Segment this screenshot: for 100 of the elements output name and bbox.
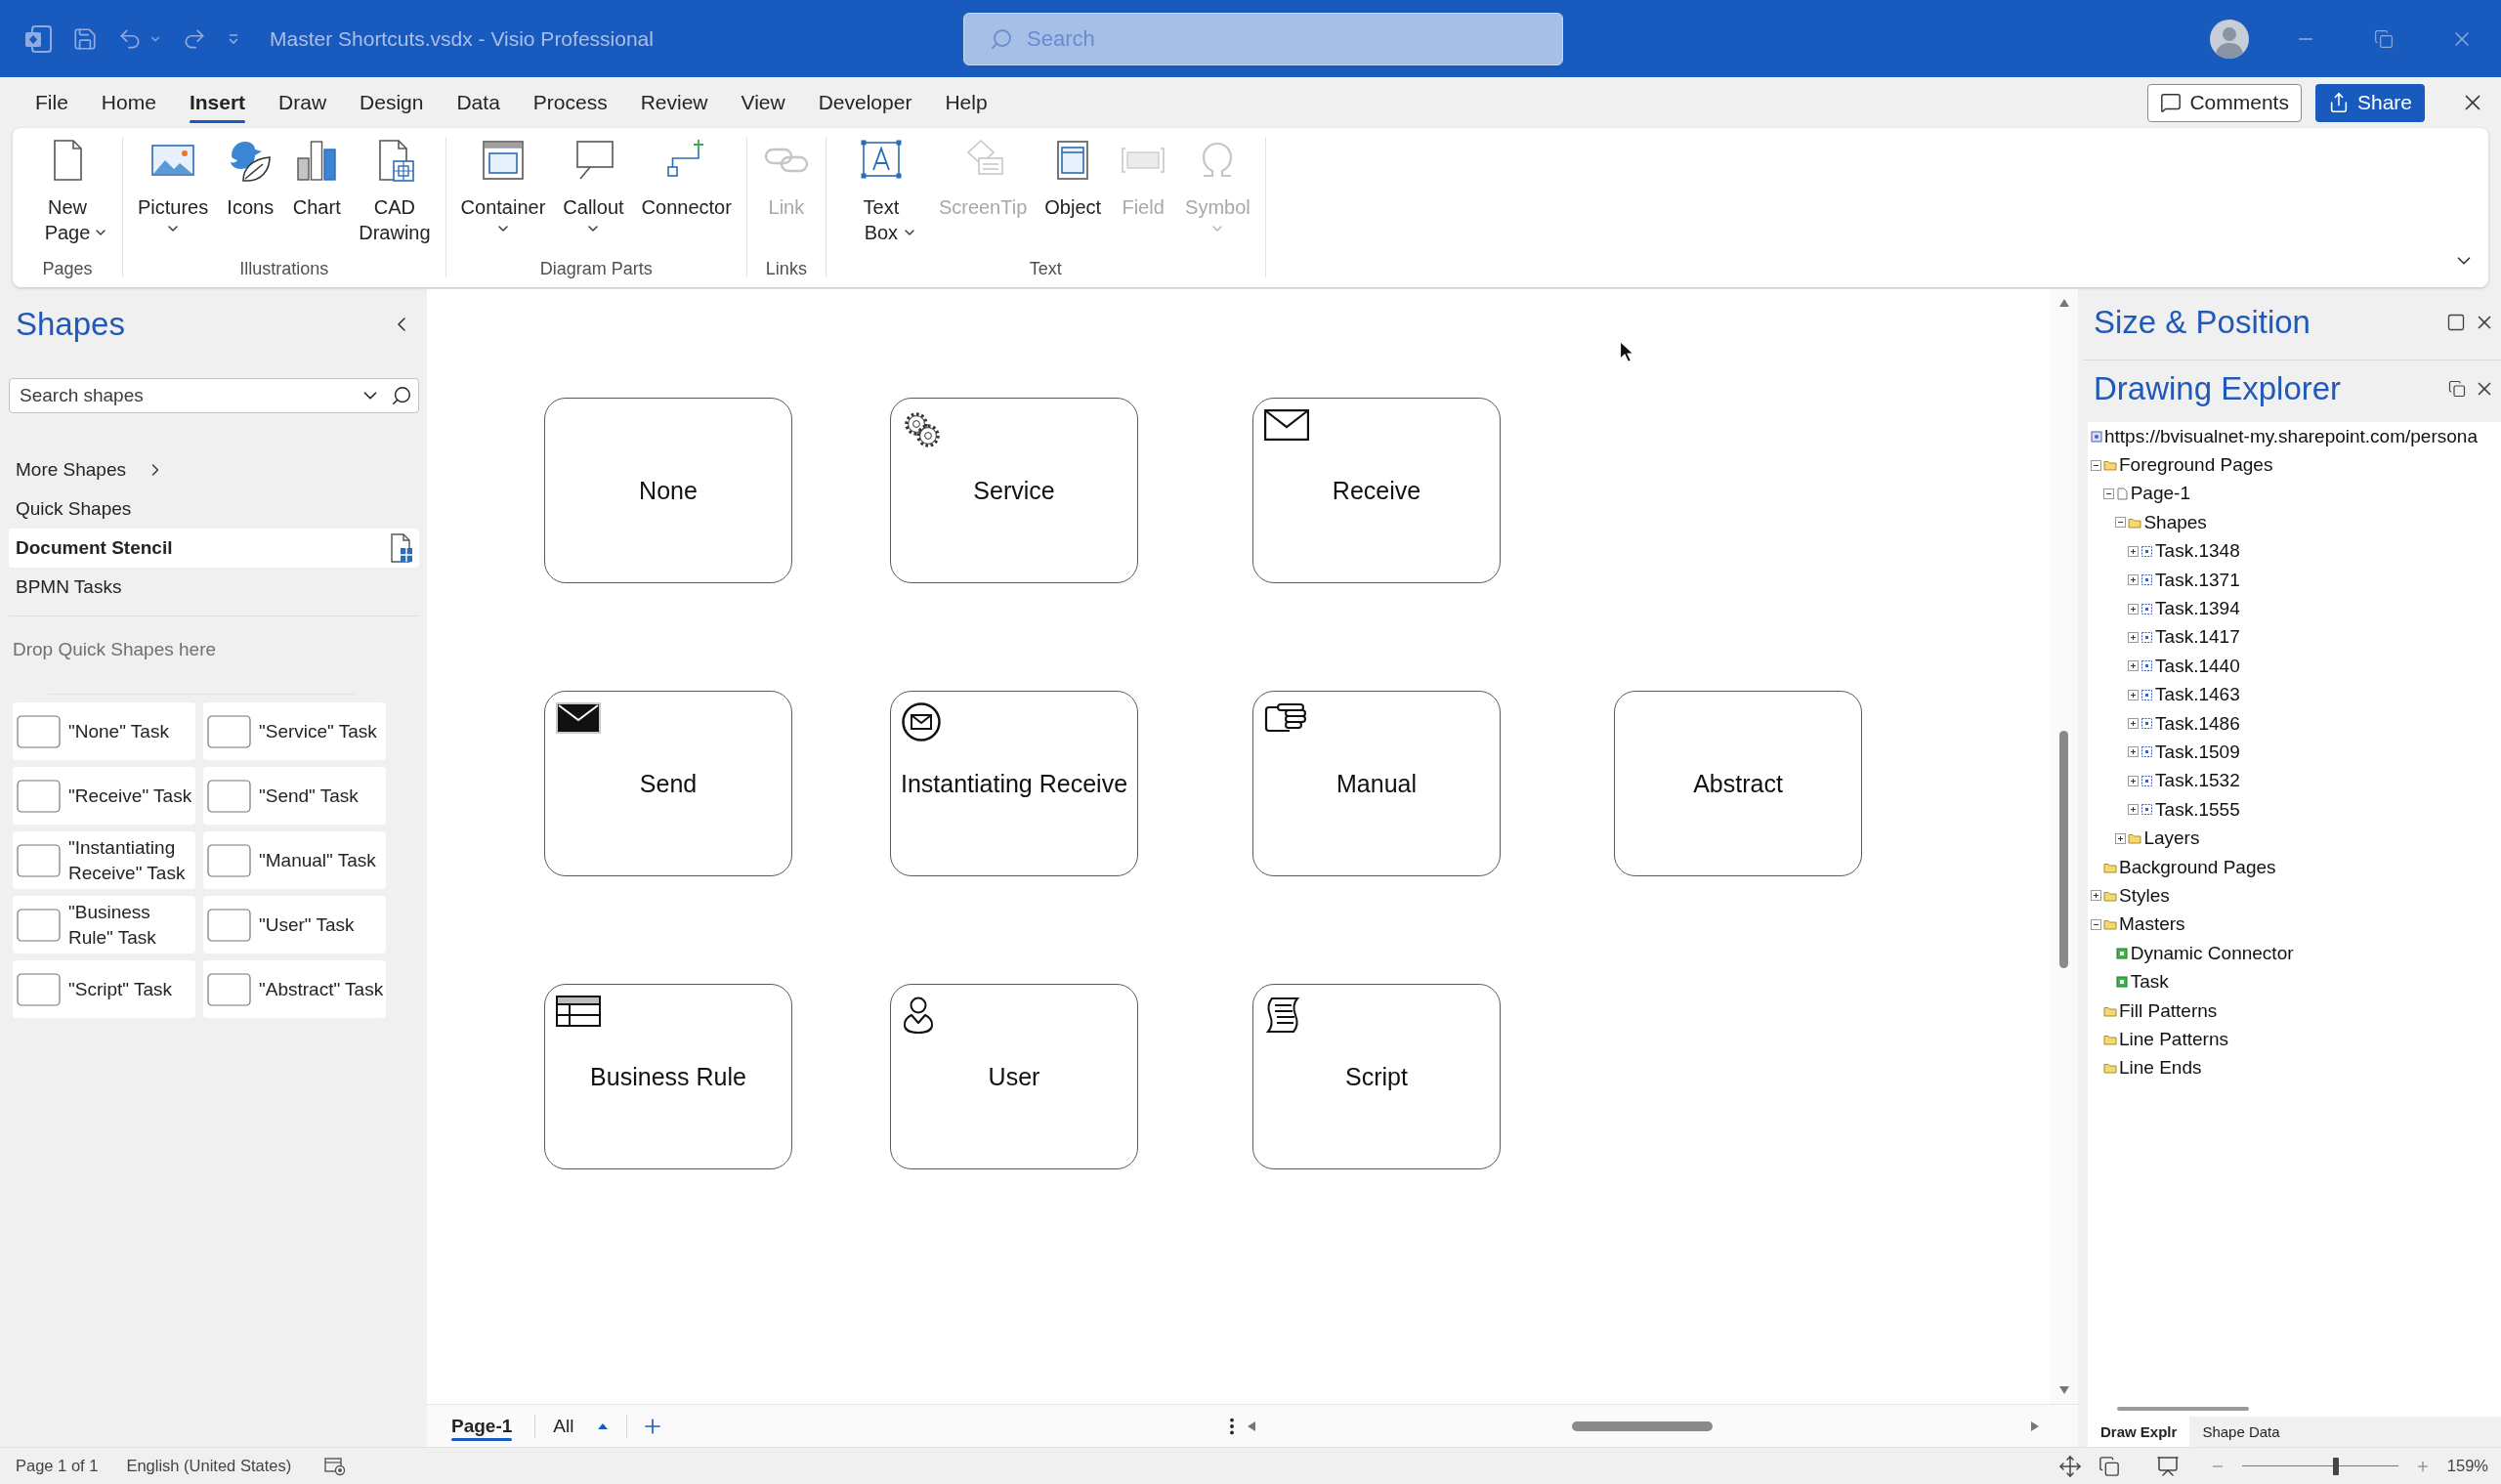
scroll-left-arrow-icon[interactable] — [1247, 1420, 1256, 1432]
ribbon-tab[interactable]: View — [724, 77, 802, 128]
scrollbar-thumb[interactable] — [1572, 1420, 1713, 1431]
restore-icon[interactable] — [2448, 380, 2466, 398]
tree-item[interactable]: Task.1371 — [2091, 565, 2501, 595]
tree-item[interactable]: Styles — [2091, 881, 2501, 911]
scrollbar-thumb[interactable] — [2059, 731, 2068, 968]
avatar-icon[interactable] — [2210, 19, 2249, 59]
stencil-shape[interactable]: "Abstract" Task — [203, 960, 386, 1018]
tree-item[interactable]: Layers — [2091, 824, 2501, 853]
ribbon-button[interactable]: New Page — [24, 137, 110, 245]
stencil-item[interactable]: Document Stencil — [9, 529, 419, 568]
tree-item[interactable]: Task.1440 — [2091, 652, 2501, 681]
tree-item[interactable]: Task.1532 — [2091, 766, 2501, 796]
search-input[interactable]: Search — [1027, 25, 1562, 52]
tree-item[interactable]: Task.1509 — [2091, 738, 2501, 767]
scroll-right-arrow-icon[interactable] — [2030, 1420, 2040, 1432]
ribbon-tab[interactable]: Help — [928, 77, 1004, 128]
plus-box-icon[interactable] — [2128, 545, 2140, 557]
zoom-slider[interactable] — [2241, 1457, 2398, 1475]
plus-box-icon[interactable] — [2115, 832, 2127, 844]
stencil-item[interactable]: Quick Shapes — [9, 489, 419, 529]
ribbon-tab[interactable]: Developer — [801, 77, 929, 128]
minus-box-icon[interactable] — [2091, 459, 2101, 471]
panel-tab[interactable]: Draw Explr — [2088, 1417, 2190, 1447]
ribbon-button[interactable]: Pictures — [135, 137, 212, 236]
comments-button[interactable]: Comments — [2147, 83, 2302, 122]
plus-box-icon[interactable] — [2128, 631, 2140, 643]
plus-box-icon[interactable] — [2128, 775, 2140, 786]
plus-box-icon[interactable] — [2128, 603, 2140, 615]
ribbon-button[interactable]: CAD Drawing — [356, 137, 434, 245]
share-button[interactable]: Share — [2314, 83, 2425, 122]
scroll-up-arrow-icon[interactable] — [2057, 298, 2070, 308]
tree-item[interactable]: Task.1463 — [2091, 680, 2501, 709]
stencil-shape[interactable]: "User" Task — [203, 896, 386, 954]
toolbar-caret-icon[interactable] — [227, 31, 240, 46]
stacked-windows-icon[interactable] — [2098, 1455, 2120, 1477]
ribbon-tab[interactable]: Design — [343, 77, 441, 128]
search-input[interactable]: Search shapes — [20, 385, 350, 406]
tree-item[interactable]: Task.1348 — [2091, 536, 2501, 566]
scrollbar-thumb[interactable] — [2117, 1407, 2249, 1411]
ribbon-button[interactable]: Object — [1041, 137, 1105, 220]
ribbon-button[interactable]: Container — [457, 137, 549, 236]
tree-item[interactable]: Task.1394 — [2091, 594, 2501, 623]
stencil-item[interactable]: BPMN Tasks — [9, 568, 419, 607]
ribbon-tab[interactable]: Draw — [262, 77, 344, 128]
ribbon-button[interactable]: Icons — [223, 137, 278, 220]
stencil-shape[interactable]: "Send" Task — [203, 767, 386, 825]
record-icon[interactable] — [324, 1456, 347, 1476]
tree-item[interactable]: Task.1486 — [2091, 708, 2501, 739]
tree-item[interactable]: Masters — [2091, 910, 2501, 940]
plus-box-icon[interactable] — [2128, 689, 2140, 700]
tree-item[interactable]: Task.1417 — [2091, 622, 2501, 653]
ribbon-button[interactable]: Chart — [289, 137, 345, 220]
stencil-shape[interactable]: "Receive" Task — [13, 767, 195, 825]
save-icon[interactable] — [72, 25, 98, 52]
ribbon-button[interactable]: Text Box — [837, 137, 924, 245]
tree-item[interactable]: Shapes — [2091, 508, 2501, 537]
ribbon-tab[interactable]: File — [19, 77, 85, 128]
page-tab[interactable]: Page-1 — [443, 1405, 522, 1447]
ribbon-tab[interactable]: Insert — [172, 77, 263, 128]
stencil-shape[interactable]: "Instantiating Receive" Task — [13, 831, 195, 889]
ribbon-tab[interactable]: Review — [623, 77, 725, 128]
plus-box-icon[interactable] — [2128, 718, 2140, 730]
search-field[interactable]: Search shapes — [9, 378, 419, 413]
zoom-slider-thumb[interactable] — [2332, 1457, 2339, 1475]
stencil-shape[interactable]: "Business Rule" Task — [13, 896, 195, 954]
page-filter-button[interactable]: All — [549, 1415, 614, 1437]
presentation-icon[interactable] — [2155, 1454, 2180, 1478]
maximize-icon[interactable] — [2446, 313, 2466, 332]
search-icon[interactable] — [391, 385, 412, 406]
plus-box-icon[interactable] — [2128, 746, 2140, 758]
ribbon-button[interactable]: Connector — [638, 137, 735, 220]
ribbon-tab[interactable]: Process — [516, 77, 624, 128]
tree-item[interactable]: Background Pages — [2091, 852, 2501, 882]
move-arrows-icon[interactable] — [2057, 1454, 2082, 1478]
search-field[interactable]: Search — [963, 12, 1563, 65]
stencil-shape[interactable]: "Manual" Task — [203, 831, 386, 889]
ribbon-tab[interactable]: Home — [84, 77, 173, 128]
app-logo-icon[interactable] — [23, 23, 53, 54]
tree-item[interactable]: Fill Patterns — [2091, 996, 2501, 1026]
ribbon-button[interactable]: Callout — [560, 137, 627, 236]
panel-tab[interactable]: Shape Data — [2189, 1417, 2293, 1447]
stencil-shape[interactable]: "Service" Task — [203, 702, 386, 760]
plus-box-icon[interactable] — [2091, 890, 2101, 902]
tree-item[interactable]: Line Patterns — [2091, 1025, 2501, 1054]
scroll-down-arrow-icon[interactable] — [2057, 1385, 2070, 1395]
minus-box-icon[interactable] — [2102, 488, 2114, 499]
tree-item[interactable]: https://bvisualnet-my.sharepoint.com/persona — [2091, 422, 2501, 451]
minus-box-icon[interactable] — [2115, 517, 2127, 529]
tree-item[interactable]: Line Ends — [2091, 1053, 2501, 1082]
minus-box-icon[interactable] — [2091, 918, 2101, 930]
ribbon-tab[interactable]: Data — [440, 77, 517, 128]
tree-item[interactable]: Dynamic Connector — [2091, 939, 2501, 968]
plus-box-icon[interactable] — [2128, 574, 2140, 586]
tree-item[interactable]: Page-1 — [2091, 479, 2501, 509]
tree-item[interactable]: Task.1555 — [2091, 795, 2501, 825]
stencil-item[interactable]: More Shapes — [9, 450, 419, 489]
tree-item[interactable]: Task — [2091, 967, 2501, 996]
plus-box-icon[interactable] — [2128, 804, 2140, 816]
